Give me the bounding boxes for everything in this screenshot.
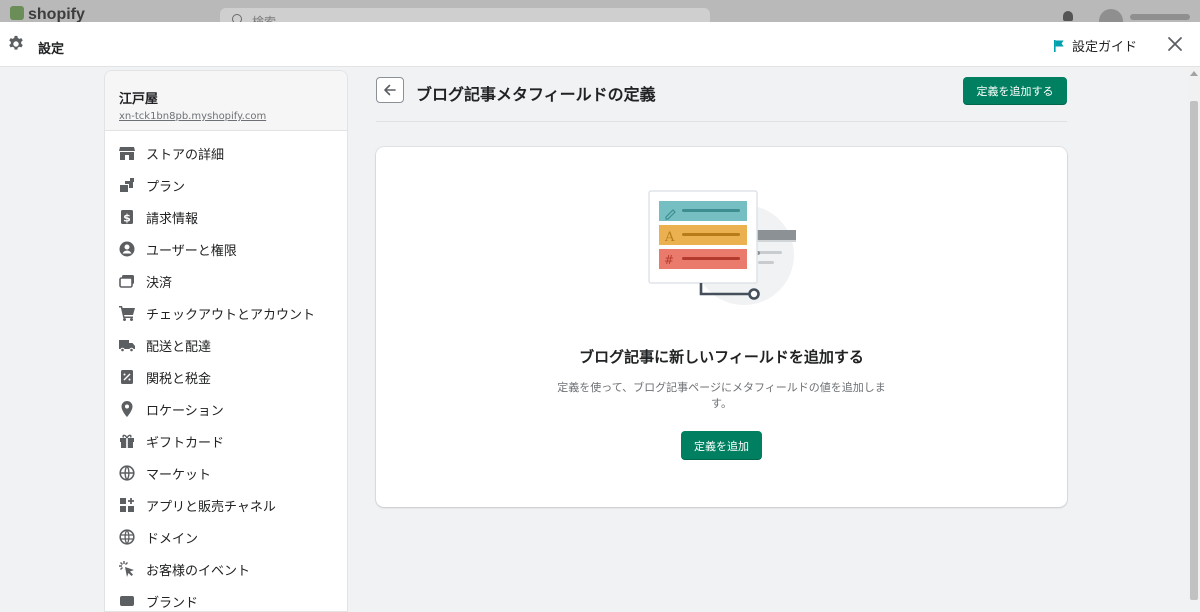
sidebar-item-markets[interactable]: マーケット: [105, 457, 347, 489]
sidebar-item-shipping[interactable]: 配送と配達: [105, 329, 347, 361]
truck-icon: [119, 340, 135, 353]
avatar: [1099, 9, 1123, 22]
sidebar-item-payments[interactable]: 決済: [105, 265, 347, 297]
admin-search: 検索: [220, 8, 710, 22]
title-divider: [376, 121, 1067, 122]
sidebar-item-gift-cards[interactable]: ギフトカード: [105, 425, 347, 457]
admin-topbar: shopify 検索: [0, 0, 1200, 22]
scroll-up-arrow-icon[interactable]: [1190, 71, 1198, 76]
sidebar-item-apps[interactable]: アプリと販売チャネル: [105, 489, 347, 521]
store-icon: [119, 147, 135, 160]
location-icon: [121, 401, 133, 417]
brand-icon: [120, 596, 134, 606]
shopify-bag-icon: [10, 6, 24, 20]
empty-state-add-button[interactable]: 定義を追加: [681, 431, 762, 460]
empty-state-card: A # ブログ記事に新しいフィールドを追加する 定義を使って、ブログ記事ページに…: [376, 147, 1067, 507]
shopify-logo: shopify: [10, 6, 85, 22]
svg-text:A: A: [664, 230, 675, 245]
arrow-left-icon: [384, 84, 396, 96]
back-button[interactable]: [376, 77, 404, 103]
tax-icon: [121, 370, 133, 384]
gear-icon: [9, 35, 23, 50]
sidebar-item-store-details[interactable]: ストアの詳細: [105, 137, 347, 169]
svg-text:$: $: [123, 212, 131, 225]
scrollbar-thumb[interactable]: [1190, 101, 1198, 600]
settings-nav: ストアの詳細 プラン $ 請求情報 ユーザーと権限 決済 チェックアウトとアカウ…: [105, 131, 347, 611]
billing-icon: $: [121, 210, 133, 225]
flag-icon: [1054, 39, 1064, 52]
empty-state-heading: ブログ記事に新しいフィールドを追加する: [579, 348, 864, 366]
cart-icon: [119, 306, 135, 321]
store-domain-link[interactable]: xn-tck1bn8pb.myshopify.com: [119, 111, 347, 122]
store-info: 江戸屋 xn-tck1bn8pb.myshopify.com: [105, 71, 347, 131]
metafield-illustration-icon: A #: [648, 190, 796, 305]
apps-icon: [120, 498, 134, 512]
store-name: 江戸屋: [119, 92, 159, 107]
payment-icon: [119, 275, 134, 288]
globe-icon: [119, 465, 135, 481]
sidebar-item-checkout[interactable]: チェックアウトとアカウント: [105, 297, 347, 329]
settings-header: 設定 設定ガイド: [0, 22, 1200, 67]
close-icon[interactable]: [1166, 35, 1184, 53]
search-icon: [232, 14, 242, 22]
sidebar-item-users[interactable]: ユーザーと権限: [105, 233, 347, 265]
notification-icon: [1063, 11, 1073, 21]
sidebar-item-customer-events[interactable]: お客様のイベント: [105, 553, 347, 585]
cursor-icon: [119, 561, 134, 577]
sidebar-item-taxes[interactable]: 関税と税金: [105, 361, 347, 393]
svg-text:#: #: [664, 253, 674, 267]
gift-icon: [120, 434, 134, 448]
add-definition-button[interactable]: 定義を追加する: [963, 77, 1067, 105]
setup-guide-link[interactable]: 設定ガイド: [1052, 36, 1137, 55]
user-icon: [119, 241, 135, 257]
sidebar-item-domains[interactable]: ドメイン: [105, 521, 347, 553]
domain-icon: [119, 529, 135, 545]
page-scrollbar[interactable]: [1188, 67, 1200, 600]
page-title: ブログ記事メタフィールドの定義: [416, 85, 656, 104]
sidebar-item-locations[interactable]: ロケーション: [105, 393, 347, 425]
user-name: [1130, 14, 1190, 20]
settings-sidebar: 江戸屋 xn-tck1bn8pb.myshopify.com ストアの詳細 プラ…: [104, 70, 348, 612]
empty-state-description: 定義を使って、ブログ記事ページにメタフィールドの値を追加します。: [557, 381, 886, 410]
sidebar-item-brand[interactable]: ブランド: [105, 585, 347, 611]
sidebar-item-plan[interactable]: プラン: [105, 169, 347, 201]
settings-title: 設定: [38, 42, 65, 57]
sidebar-item-billing[interactable]: $ 請求情報: [105, 201, 347, 233]
plan-icon: [120, 178, 134, 192]
